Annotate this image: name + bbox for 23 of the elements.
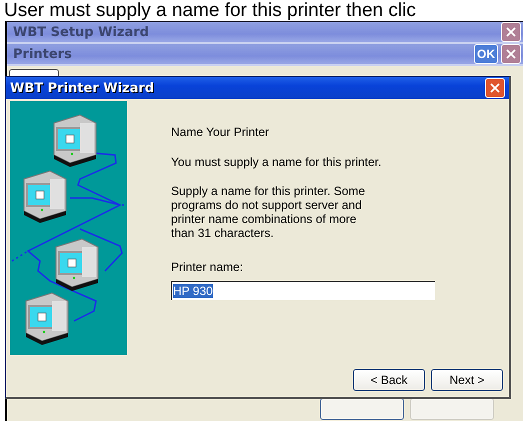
description-text: Supply a name for this printer. Some programs do not support server and printer name combinations of more than 31 characters.	[171, 184, 366, 240]
monitor-icon	[56, 238, 98, 291]
monitor-icon	[26, 292, 68, 345]
close-button[interactable]	[485, 78, 505, 98]
close-button[interactable]	[501, 44, 521, 64]
monitor-icon	[54, 114, 96, 167]
next-button[interactable]: Next >	[431, 369, 503, 391]
field-label: Printer name:	[171, 260, 244, 274]
page-heading: Name Your Printer	[171, 125, 270, 139]
instruction-caption: User must supply a name for this printer then clic	[4, 0, 417, 21]
message-text: You must supply a name for this printer.	[171, 155, 382, 169]
dialog-title: WBT Printer Wizard	[10, 80, 154, 96]
close-icon	[506, 27, 516, 37]
close-button[interactable]	[501, 22, 521, 42]
back-button[interactable]: < Back	[353, 369, 425, 391]
close-icon	[506, 49, 516, 59]
printer-name-field[interactable]: HP 930	[171, 281, 435, 300]
close-icon	[490, 83, 500, 93]
monitor-icon	[24, 170, 66, 223]
background-button[interactable]	[320, 398, 404, 420]
ok-button[interactable]: OK	[474, 44, 498, 64]
window-title: Printers	[13, 46, 72, 62]
window-title: WBT Setup Wizard	[13, 24, 149, 40]
